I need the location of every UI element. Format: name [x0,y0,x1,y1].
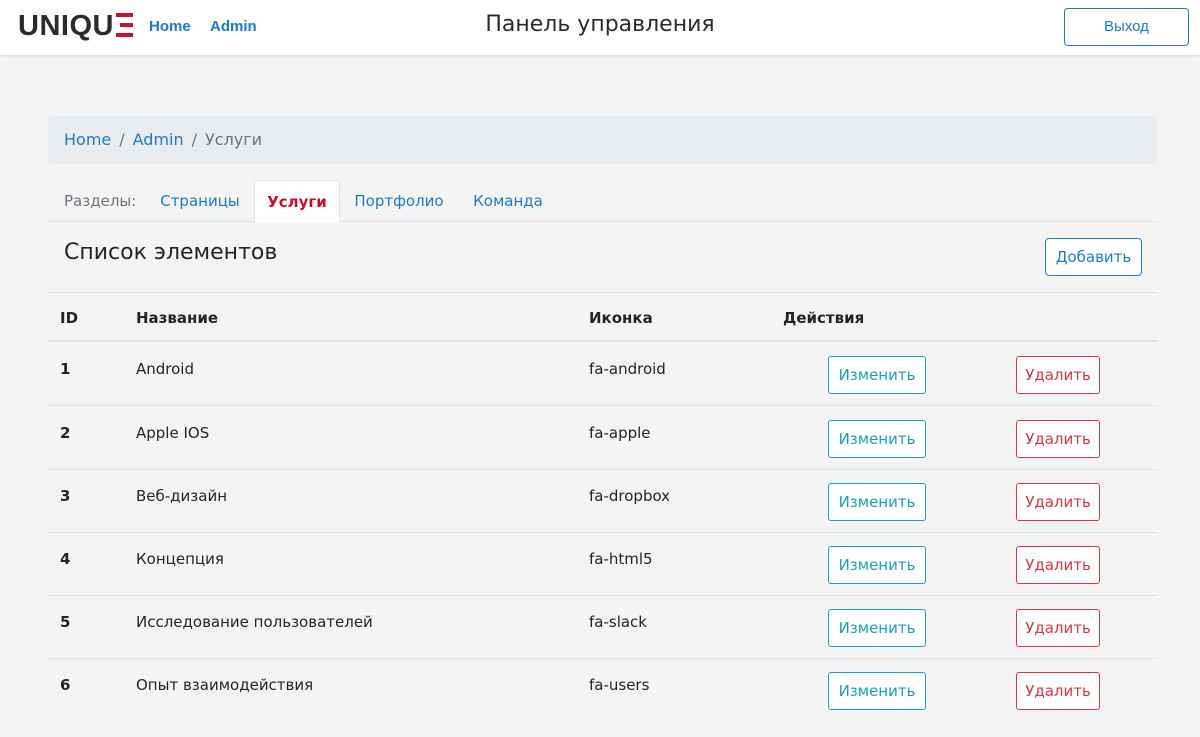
row-icon-class: fa-users [589,676,650,694]
delete-button[interactable]: Удалить [1016,420,1100,458]
row-name: Android [136,360,194,378]
logo-e-mark-icon [115,13,133,37]
sections-label: Разделы: [64,192,137,210]
row-icon-class: fa-android [589,360,666,378]
table-row: 5 Исследование пользователей fa-slack Из… [48,596,1158,659]
row-name: Веб-дизайн [136,487,228,505]
edit-button[interactable]: Изменить [828,672,926,710]
column-header-icon: Иконка [589,309,653,327]
edit-button[interactable]: Изменить [828,483,926,521]
row-name: Концепция [136,550,224,568]
tab-services[interactable]: Услуги [254,180,340,223]
edit-button[interactable]: Изменить [828,420,926,458]
row-icon-class: fa-html5 [589,550,653,568]
row-name: Apple IOS [136,424,210,442]
table-row: 6 Опыт взаимодействия fa-users Изменить … [48,659,1158,722]
table-row: 4 Концепция fa-html5 Изменить Удалить [48,533,1158,596]
row-icon-class: fa-slack [589,613,647,631]
add-button[interactable]: Добавить [1045,238,1142,276]
row-name: Опыт взаимодействия [136,676,314,694]
breadcrumb-home-link[interactable]: Home [64,130,111,149]
table-row: 1 Android fa-android Изменить Удалить [48,343,1158,406]
tab-pages[interactable]: Страницы [148,180,252,222]
row-id: 6 [60,676,71,694]
row-icon-class: fa-dropbox [589,487,671,505]
table-row: 3 Веб-дизайн fa-dropbox Изменить Удалить [48,470,1158,533]
breadcrumb-current: Услуги [205,130,263,149]
delete-button[interactable]: Удалить [1016,483,1100,521]
edit-button[interactable]: Изменить [828,609,926,647]
list-title: Список элементов [64,240,278,265]
nav-home-link[interactable]: Home [149,18,191,35]
logout-button[interactable]: Выход [1064,8,1189,46]
breadcrumb-separator: / [119,130,125,149]
tab-portfolio[interactable]: Портфолио [342,180,456,222]
top-navbar: UNIQU Home Admin Панель управления Выход [0,0,1200,55]
row-id: 1 [60,360,71,378]
table-row: 2 Apple IOS fa-apple Изменить Удалить [48,407,1158,470]
row-id: 2 [60,424,71,442]
breadcrumb: Home / Admin / Услуги [48,116,1158,164]
edit-button[interactable]: Изменить [828,356,926,394]
tab-team[interactable]: Команда [458,180,558,222]
section-tabs: Разделы: Страницы Услуги Портфолио Коман… [48,180,1158,223]
table-header: ID Название Иконка Действия [48,293,1158,342]
row-id: 5 [60,613,71,631]
nav-admin-link[interactable]: Admin [210,18,257,35]
column-header-name: Название [136,309,219,327]
delete-button[interactable]: Удалить [1016,546,1100,584]
breadcrumb-separator: / [191,130,198,149]
row-id: 3 [60,487,71,505]
brand-logo[interactable]: UNIQU [18,10,133,43]
delete-button[interactable]: Удалить [1016,609,1100,647]
breadcrumb-admin-link[interactable]: Admin [133,130,184,149]
edit-button[interactable]: Изменить [828,546,926,584]
row-name: Исследование пользователей [136,613,373,631]
column-header-actions: Действия [783,309,865,327]
row-icon-class: fa-apple [589,424,651,442]
column-header-id: ID [60,309,79,327]
logo-text: UNIQU [18,10,114,42]
delete-button[interactable]: Удалить [1016,672,1100,710]
delete-button[interactable]: Удалить [1016,356,1100,394]
row-id: 4 [60,550,71,568]
